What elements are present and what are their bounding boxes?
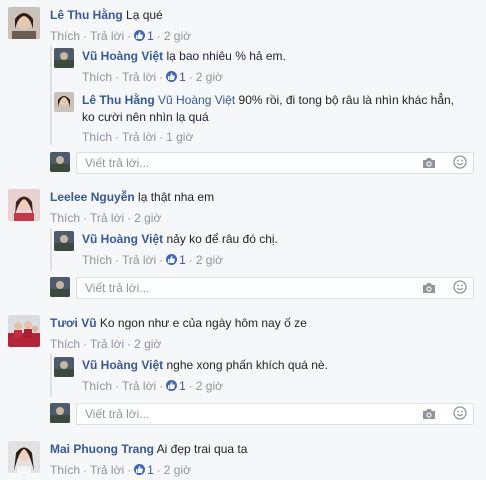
- like-link[interactable]: Thích: [50, 29, 80, 43]
- like-link[interactable]: Thích: [82, 379, 112, 393]
- like-link[interactable]: Thích: [50, 337, 80, 351]
- like-link[interactable]: Thích: [82, 70, 112, 84]
- replies-thread-2: Vũ Hoàng Việt nảy ko để râu đó chị. Thíc…: [50, 228, 486, 271]
- reply-link[interactable]: Trả lời: [90, 337, 124, 351]
- like-count[interactable]: 1: [147, 463, 154, 477]
- reply-author[interactable]: Vũ Hoàng Việt: [82, 232, 163, 246]
- camera-icon[interactable]: [422, 408, 436, 423]
- avatar[interactable]: [8, 7, 40, 39]
- reply-box: [50, 277, 474, 299]
- like-icon[interactable]: [166, 380, 178, 391]
- comment-text: lạ thật nha em: [138, 190, 215, 204]
- timestamp[interactable]: 2 giờ: [196, 253, 223, 267]
- replies-thread-1: Vũ Hoàng Việt lạ bao nhiêu % hả em. Thíc…: [50, 45, 486, 145]
- reply-input-field[interactable]: [76, 152, 474, 174]
- avatar: [50, 277, 70, 297]
- avatar[interactable]: [8, 189, 40, 221]
- comment-author[interactable]: Lê Thu Hằng: [50, 8, 123, 22]
- reply-text: 90% rồi, đi tong bộ râu là nhìn khác hẳn…: [238, 93, 455, 107]
- comment-text: Ko ngon như e của ngày hôm nay ố ze: [99, 316, 307, 330]
- like-icon[interactable]: [166, 71, 178, 82]
- avatar[interactable]: [54, 48, 74, 68]
- like-icon[interactable]: [134, 30, 146, 41]
- avatar[interactable]: [54, 92, 74, 112]
- reply-input[interactable]: [77, 404, 423, 424]
- like-count[interactable]: 1: [179, 379, 186, 393]
- like-link[interactable]: Thích: [50, 211, 80, 225]
- camera-icon[interactable]: [422, 282, 436, 297]
- reply-input-field[interactable]: [76, 403, 474, 425]
- like-icon[interactable]: [134, 464, 146, 475]
- reply-text: nghe xong phấn khích quá nè.: [166, 358, 328, 372]
- comment-text: Ai đẹp trai qua ta: [156, 442, 248, 456]
- replies-thread-3: Vũ Hoàng Việt nghe xong phấn khích quá n…: [50, 354, 486, 397]
- timestamp[interactable]: 2 giờ: [164, 29, 191, 43]
- reply-link[interactable]: Trả lời: [90, 211, 124, 225]
- like-count[interactable]: 1: [147, 29, 154, 43]
- mention-link[interactable]: Vũ Hoàng Việt: [158, 93, 235, 107]
- timestamp[interactable]: 2 giờ: [164, 463, 191, 477]
- like-count[interactable]: 1: [179, 70, 186, 84]
- emoji-icon[interactable]: [453, 280, 467, 297]
- reply-text: lạ bao nhiêu % hả em.: [166, 49, 286, 63]
- emoji-icon[interactable]: [453, 406, 467, 423]
- reply-author[interactable]: Vũ Hoàng Việt: [82, 358, 163, 372]
- reply-box: [50, 152, 474, 174]
- emoji-icon[interactable]: [453, 155, 467, 172]
- reply-link[interactable]: Trả lời: [90, 463, 124, 477]
- reply-link[interactable]: Trả lời: [122, 70, 156, 84]
- reply-input-field[interactable]: [76, 277, 474, 299]
- reply-text: nảy ko để râu đó chị.: [166, 232, 278, 246]
- reply-author[interactable]: Vũ Hoàng Việt: [82, 49, 163, 63]
- avatar[interactable]: [8, 315, 40, 347]
- comment-author[interactable]: Mai Phuong Trang: [50, 442, 154, 456]
- avatar[interactable]: [8, 441, 40, 473]
- avatar[interactable]: [54, 357, 74, 377]
- camera-icon[interactable]: [422, 157, 436, 172]
- timestamp[interactable]: 2 giờ: [196, 379, 223, 393]
- reply-link[interactable]: Trả lời: [122, 130, 156, 144]
- avatar: [50, 403, 70, 423]
- like-link[interactable]: Thích: [50, 463, 80, 477]
- reply-link[interactable]: Trả lời: [122, 379, 156, 393]
- avatar: [50, 152, 70, 172]
- reply-link[interactable]: Trả lời: [90, 29, 124, 43]
- reply-link[interactable]: Trả lời: [122, 253, 156, 267]
- reply-author[interactable]: Lê Thu Hằng: [82, 93, 155, 107]
- reply-input[interactable]: [77, 153, 423, 173]
- comment-author[interactable]: Leelee Nguyễn: [50, 190, 135, 204]
- timestamp[interactable]: 1 giờ: [166, 130, 193, 144]
- reply-box: [50, 403, 474, 425]
- reply-text-continued: ko cười nên nhìn lạ quá: [82, 110, 209, 124]
- avatar[interactable]: [54, 231, 74, 251]
- like-icon[interactable]: [166, 254, 178, 265]
- timestamp[interactable]: 2 giờ: [134, 211, 161, 225]
- timestamp[interactable]: 2 giờ: [196, 70, 223, 84]
- like-count[interactable]: 1: [179, 253, 186, 267]
- timestamp[interactable]: 2 giờ: [134, 337, 161, 351]
- comment-text: Lạ qué: [126, 8, 163, 22]
- comment-author[interactable]: Tươi Vũ: [50, 316, 97, 330]
- like-link[interactable]: Thích: [82, 130, 112, 144]
- reply-input[interactable]: [77, 278, 423, 298]
- like-link[interactable]: Thích: [82, 253, 112, 267]
